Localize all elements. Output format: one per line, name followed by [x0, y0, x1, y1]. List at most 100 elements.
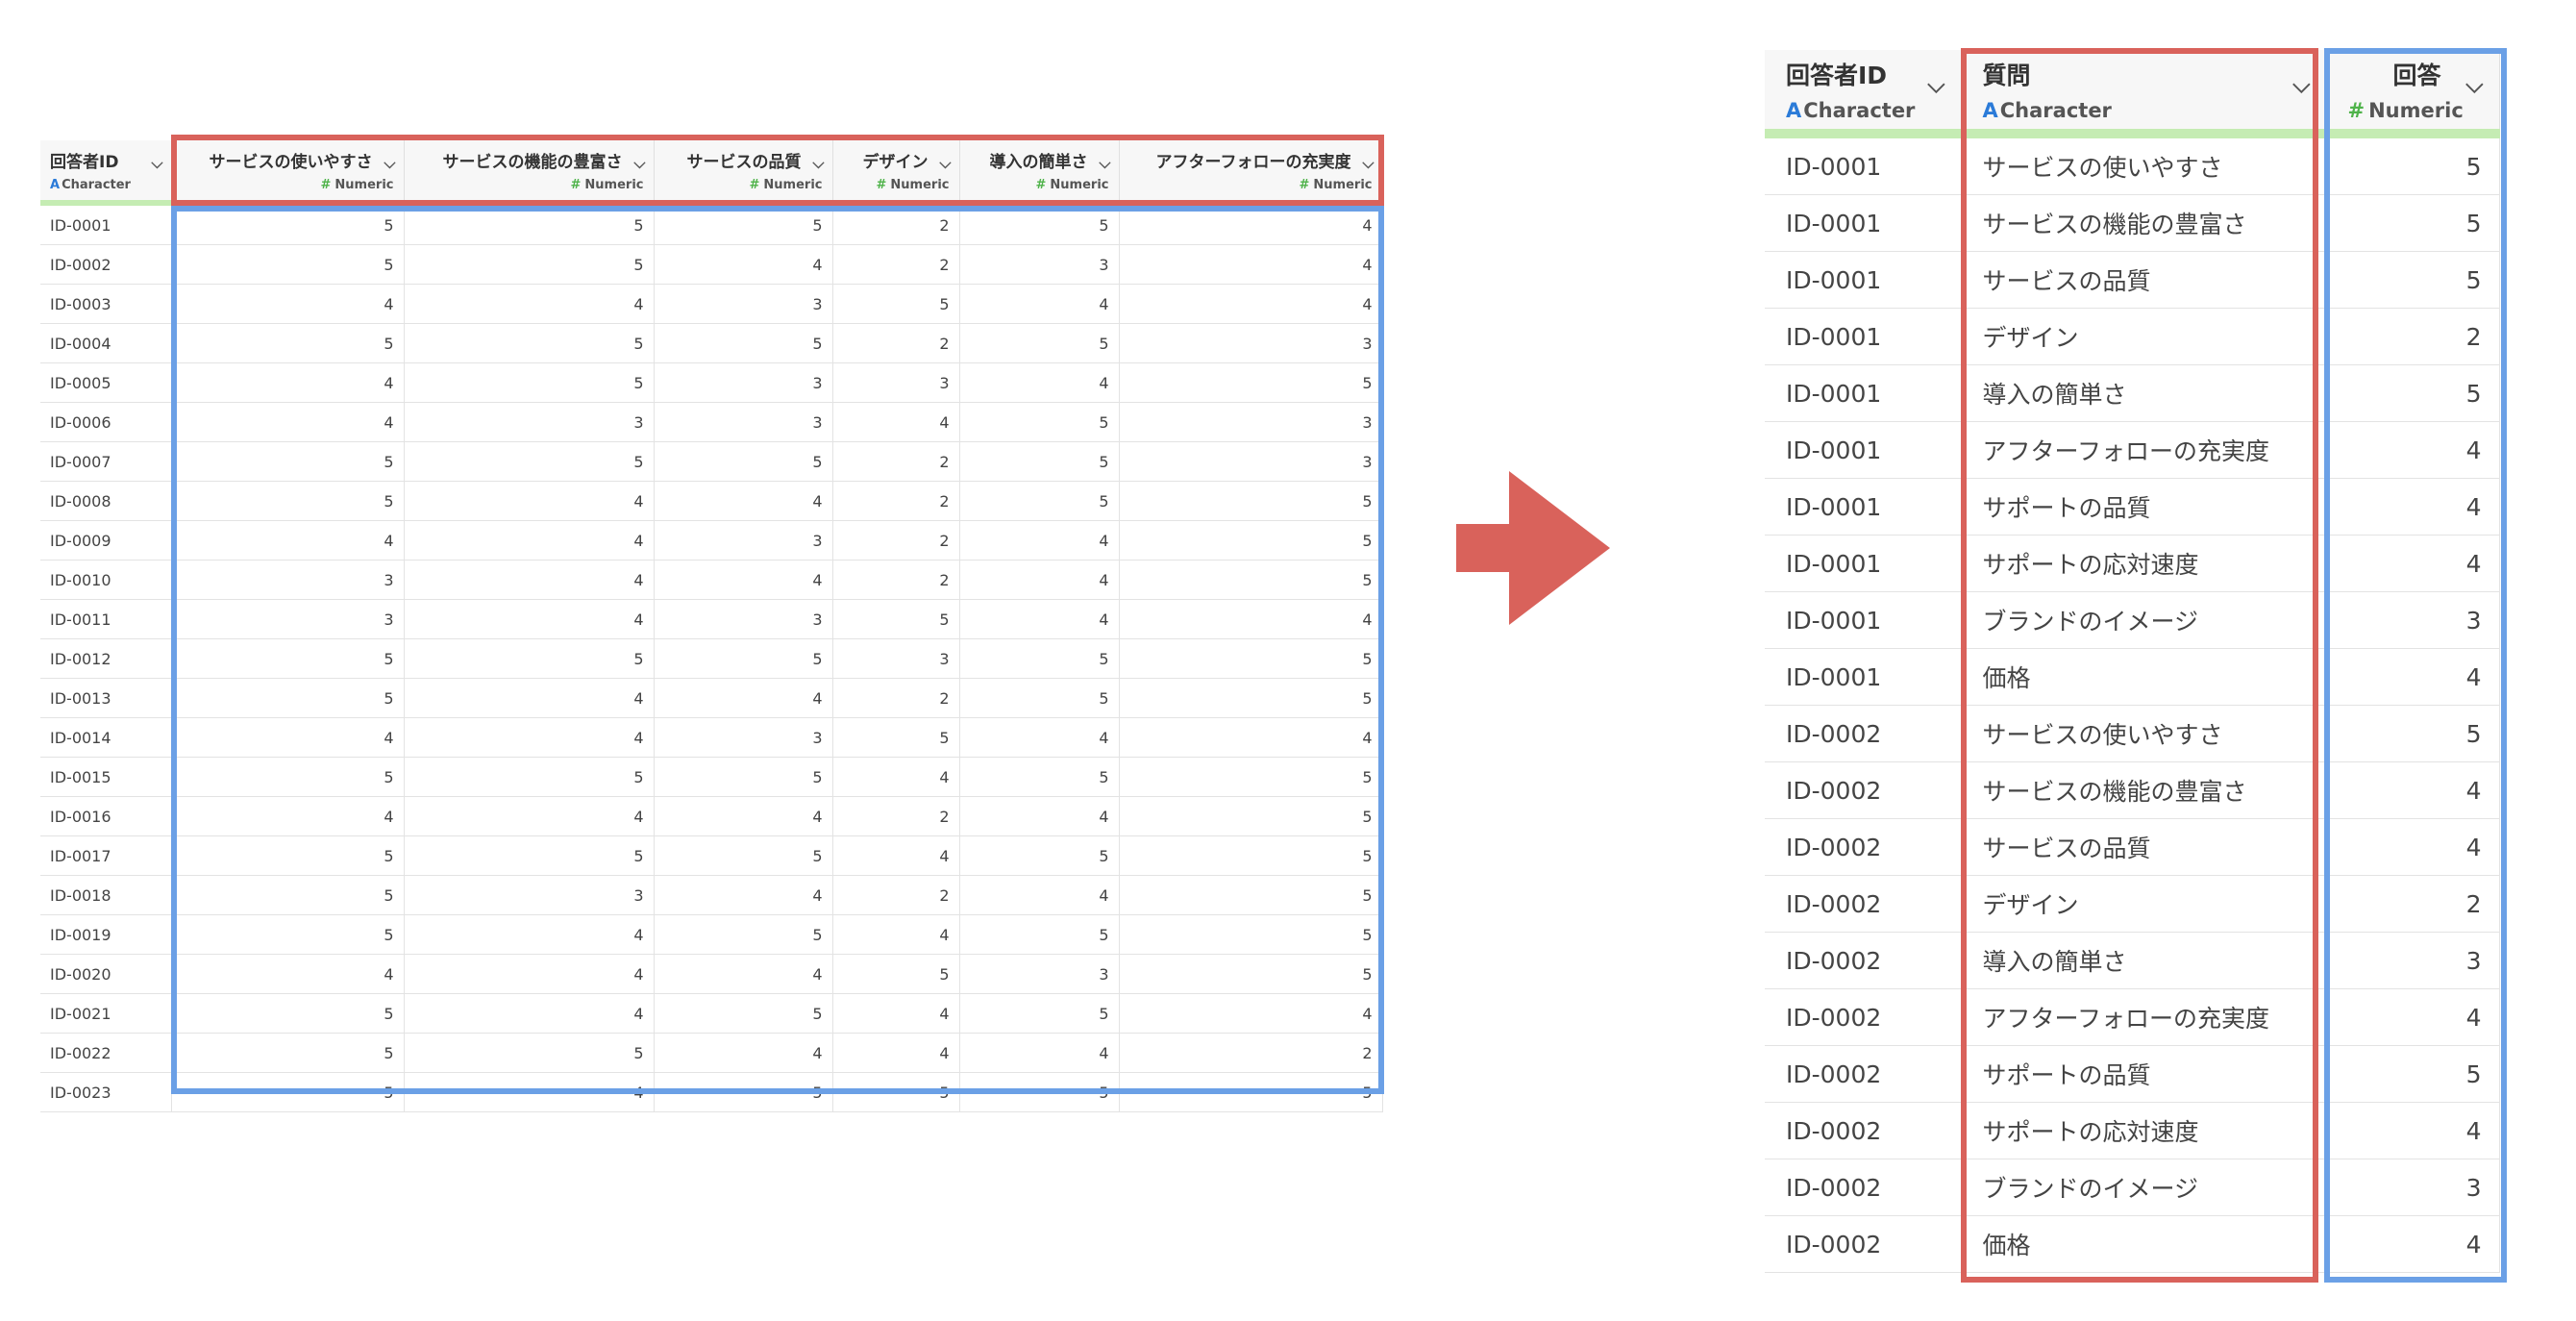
chevron-down-icon[interactable]: ⌵	[812, 154, 824, 173]
long-column-header[interactable]: 回答 # Numeric ⌵	[2326, 50, 2500, 138]
column-type-label: ACharacter	[1983, 99, 2305, 122]
numeric-type-icon: #	[570, 178, 582, 192]
wide-table-cell: 5	[1119, 835, 1383, 876]
wide-table-cell: 5	[959, 757, 1120, 797]
column-type-text: Numeric	[584, 178, 644, 192]
wide-column-header[interactable]: アフターフォローの充実度 # Numeric ⌵	[1119, 140, 1383, 206]
wide-table-row: ID-0014 4 4 3 5 4 4	[40, 717, 1383, 758]
wide-table-cell: 5	[654, 441, 833, 482]
wide-table-cell: 2	[832, 796, 960, 836]
wide-table-cell: 4	[1119, 244, 1383, 285]
wide-table-cell: 4	[654, 244, 833, 285]
wide-table-cell: 5	[171, 1033, 405, 1073]
long-table-cell: サービスの使いやすさ	[1961, 134, 2327, 195]
wide-column-header[interactable]: 回答者ID A Character ⌵	[40, 140, 172, 206]
wide-table-cell: 5	[404, 323, 655, 363]
wide-table-cell: ID-0018	[40, 875, 172, 915]
wide-table-cell: 5	[404, 441, 655, 482]
column-type-label: # Numeric	[414, 178, 644, 192]
wide-column-header[interactable]: サービスの使いやすさ # Numeric ⌵	[171, 140, 405, 206]
wide-column-header[interactable]: サービスの機能の豊富さ # Numeric ⌵	[404, 140, 655, 206]
wide-table-cell: 5	[654, 993, 833, 1034]
column-type-text: Numeric	[763, 178, 823, 192]
wide-table-row: ID-0002 5 5 4 2 3 4	[40, 244, 1383, 285]
wide-table-cell: ID-0009	[40, 520, 172, 561]
column-type-label: # Numeric	[843, 178, 950, 192]
wide-table-cell: ID-0010	[40, 560, 172, 600]
long-table-cell: 4	[2326, 478, 2500, 536]
wide-table-cell: ID-0008	[40, 481, 172, 521]
wide-table-cell: 2	[832, 481, 960, 521]
wide-table-cell: 4	[654, 954, 833, 994]
long-table-cell: ID-0001	[1765, 648, 1962, 706]
wide-table-cell: ID-0014	[40, 717, 172, 758]
wide-table-cell: 5	[1119, 875, 1383, 915]
wide-table-cell: 4	[404, 599, 655, 639]
long-table-cell: サービスの使いやすさ	[1961, 705, 2327, 762]
chevron-down-icon[interactable]: ⌵	[2292, 71, 2310, 98]
long-table-row: ID-0002 ブランドのイメージ 3	[1765, 1159, 2500, 1216]
wide-table-cell: 5	[171, 323, 405, 363]
long-table-cell: ID-0001	[1765, 308, 1962, 365]
long-table-row: ID-0001 導入の簡単さ 5	[1765, 364, 2500, 422]
long-table-cell: ID-0001	[1765, 134, 1962, 195]
wide-table-cell: 4	[654, 1033, 833, 1073]
chevron-down-icon[interactable]: ⌵	[151, 154, 162, 173]
long-table-cell: 導入の簡単さ	[1961, 364, 2327, 422]
chevron-down-icon[interactable]: ⌵	[939, 154, 951, 173]
chevron-down-icon[interactable]: ⌵	[1927, 71, 1944, 98]
wide-table-cell: ID-0003	[40, 284, 172, 324]
chevron-down-icon[interactable]: ⌵	[2465, 71, 2483, 98]
long-table-cell: 5	[2326, 364, 2500, 422]
long-table-cell: 3	[2326, 932, 2500, 989]
wide-table-cell: 4	[959, 520, 1120, 561]
wide-table-cell: 5	[654, 914, 833, 955]
wide-table-cell: 3	[171, 560, 405, 600]
wide-column-header[interactable]: デザイン # Numeric ⌵	[832, 140, 960, 206]
wide-table-cell: 5	[171, 678, 405, 718]
long-table-cell: デザイン	[1961, 308, 2327, 365]
wide-table-cell: 5	[171, 481, 405, 521]
wide-table-row: ID-0012 5 5 5 3 5 5	[40, 638, 1383, 679]
wide-table-cell: 2	[832, 678, 960, 718]
wide-table-cell: 3	[1119, 441, 1383, 482]
wide-table-cell: 5	[832, 599, 960, 639]
wide-column-header[interactable]: サービスの品質 # Numeric ⌵	[654, 140, 833, 206]
long-table-row: ID-0001 価格 4	[1765, 648, 2500, 706]
chevron-down-icon[interactable]: ⌵	[1099, 154, 1110, 173]
chevron-down-icon[interactable]: ⌵	[633, 154, 645, 173]
long-table-cell: サポートの応対速度	[1961, 535, 2327, 592]
long-table-cell: サービスの品質	[1961, 818, 2327, 876]
long-table-row: ID-0001 サービスの品質 5	[1765, 251, 2500, 309]
wide-table-cell: 5	[171, 835, 405, 876]
chevron-down-icon[interactable]: ⌵	[384, 154, 395, 173]
wide-table-cell: 5	[1119, 362, 1383, 403]
character-type-icon: A	[1786, 99, 1802, 122]
wide-table-cell: 5	[1119, 954, 1383, 994]
long-table-row: ID-0002 価格 4	[1765, 1215, 2500, 1273]
column-type-text: Numeric	[890, 178, 950, 192]
wide-table-cell: 3	[404, 402, 655, 442]
wide-column-header[interactable]: 導入の簡単さ # Numeric ⌵	[959, 140, 1120, 206]
wide-table-cell: 2	[832, 875, 960, 915]
wide-table-cell: 5	[1119, 1072, 1383, 1112]
long-column-header[interactable]: 回答者ID ACharacter ⌵	[1765, 50, 1962, 138]
wide-table-cell: ID-0005	[40, 362, 172, 403]
wide-table-cell: 5	[654, 203, 833, 245]
wide-table-cell: ID-0023	[40, 1072, 172, 1112]
wide-table-cell: 4	[171, 717, 405, 758]
wide-table-cell: 2	[832, 520, 960, 561]
wide-table-cell: 4	[959, 599, 1120, 639]
wide-table-cell: 5	[959, 914, 1120, 955]
long-table-cell: ID-0002	[1765, 875, 1962, 933]
column-type-text: Numeric	[2368, 99, 2464, 122]
column-name: サービスの品質	[686, 153, 802, 172]
wide-table-cell: 5	[1119, 638, 1383, 679]
long-table-cell: サポートの品質	[1961, 1045, 2327, 1103]
wide-table-row: ID-0008 5 4 4 2 5 5	[40, 481, 1383, 521]
long-table-cell: 価格	[1961, 648, 2327, 706]
long-column-header[interactable]: 質問 ACharacter ⌵	[1961, 50, 2327, 138]
chevron-down-icon[interactable]: ⌵	[1362, 154, 1374, 173]
long-table-row: ID-0002 サポートの応対速度 4	[1765, 1102, 2500, 1159]
long-table-cell: 4	[2326, 1102, 2500, 1159]
